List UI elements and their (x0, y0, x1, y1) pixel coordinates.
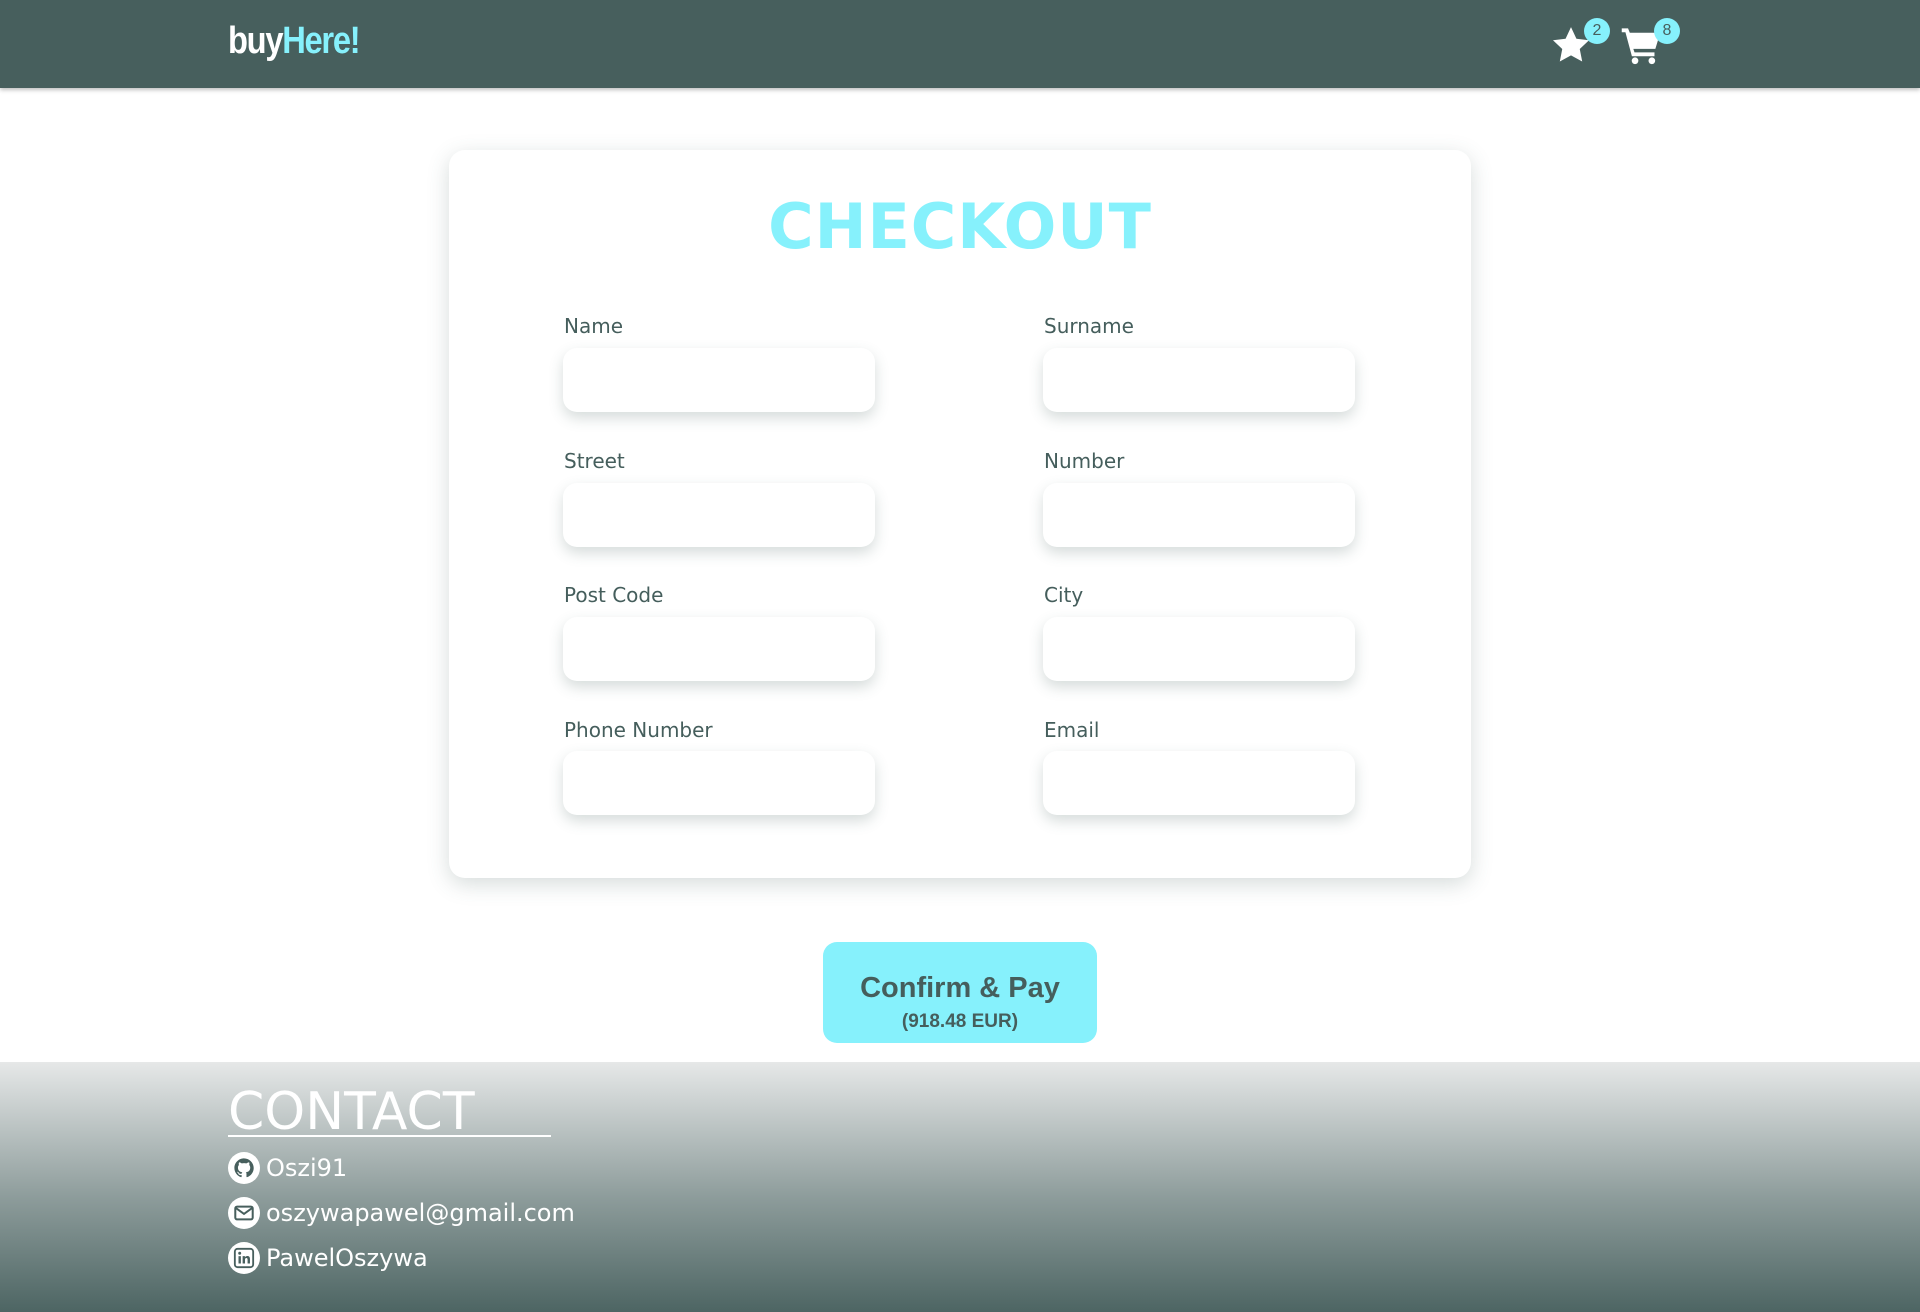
surname-field[interactable] (1043, 348, 1355, 412)
phone-number-field[interactable] (563, 751, 875, 815)
favorites-button[interactable]: 2 (1550, 18, 1610, 68)
street-label: Street (564, 449, 625, 473)
number-label: Number (1044, 449, 1125, 473)
github-text: Oszi91 (266, 1154, 348, 1182)
confirm-amount: (918.48 EUR) (901, 1011, 1019, 1032)
checkout-form-card: CHECKOUT Name Surname Street Number Post… (449, 150, 1471, 878)
favorites-count-badge: 2 (1584, 18, 1610, 44)
linkedin-text: PawelOszywa (266, 1244, 428, 1272)
name-field[interactable] (563, 348, 875, 412)
cart-button[interactable]: 8 (1620, 18, 1680, 68)
cart-count-badge: 8 (1654, 18, 1680, 44)
name-label: Name (564, 314, 624, 338)
city-field[interactable] (1043, 617, 1355, 681)
github-icon (228, 1152, 260, 1184)
contact-title: CONTACT (228, 1082, 475, 1142)
linkedin-link[interactable]: PawelOszywa (228, 1242, 428, 1274)
envelope-icon (228, 1197, 260, 1229)
email-link[interactable]: oszywapawel@gmail.com (228, 1197, 575, 1229)
logo-buy: buy (228, 20, 284, 62)
post-code-field[interactable] (563, 617, 875, 681)
number-field[interactable] (1043, 483, 1355, 547)
page-title: CHECKOUT (768, 190, 1152, 263)
footer: CONTACT Oszi91 oszywapawel@gmail.com Paw… (0, 1062, 1920, 1312)
email-field[interactable] (1043, 751, 1355, 815)
linkedin-icon (228, 1242, 260, 1274)
surname-label: Surname (1044, 314, 1134, 338)
github-link[interactable]: Oszi91 (228, 1152, 347, 1184)
street-field[interactable] (563, 483, 875, 547)
post-code-label: Post Code (564, 583, 664, 607)
email-label: Email (1044, 718, 1100, 742)
phone-number-label: Phone Number (564, 718, 713, 742)
email-text: oszywapawel@gmail.com (266, 1199, 575, 1227)
logo[interactable]: buyHere! (228, 20, 361, 63)
logo-here: Here! (282, 20, 360, 62)
confirm-and-pay-button[interactable]: Confirm & Pay (918.48 EUR) (823, 942, 1097, 1043)
contact-divider (228, 1135, 551, 1137)
city-label: City (1044, 583, 1084, 607)
top-navbar: buyHere! 2 8 (0, 0, 1920, 88)
confirm-label: Confirm & Pay (860, 972, 1060, 1004)
